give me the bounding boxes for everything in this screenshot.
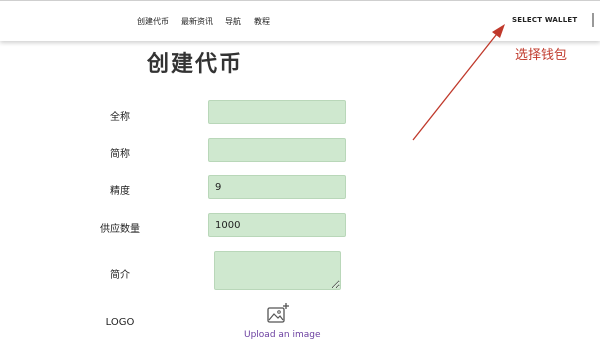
decimals-input[interactable] (208, 175, 346, 199)
field-label-symbol: 简称 (110, 149, 130, 160)
annotation-label: 选择钱包 (515, 48, 568, 63)
field-label-logo: LOGO (105, 317, 135, 328)
image-add-icon[interactable] (266, 302, 290, 326)
full-name-input[interactable] (208, 100, 346, 124)
upload-image-link[interactable]: Upload an image (244, 330, 321, 340)
page-title: 创建代币 (147, 51, 244, 77)
field-label-decimals: 精度 (110, 186, 130, 197)
field-label-full-name: 全称 (110, 112, 130, 123)
nav-item-create-token[interactable]: 创建代币 (137, 16, 169, 27)
nav-item-navigation[interactable]: 导航 (225, 16, 241, 27)
supply-input[interactable] (208, 213, 346, 237)
top-navbar: 创建代币 最新资讯 导航 教程 SELECT WALLET (0, 0, 600, 41)
description-textarea[interactable] (214, 251, 341, 290)
field-label-supply: 供应数量 (100, 224, 140, 235)
field-label-description: 简介 (110, 270, 130, 281)
nav-item-tutorial[interactable]: 教程 (254, 16, 270, 27)
select-wallet-button[interactable]: SELECT WALLET (512, 16, 577, 24)
nav-item-latest-news[interactable]: 最新资讯 (181, 16, 213, 27)
symbol-input[interactable] (208, 138, 346, 162)
window-edge-divider (592, 13, 600, 27)
